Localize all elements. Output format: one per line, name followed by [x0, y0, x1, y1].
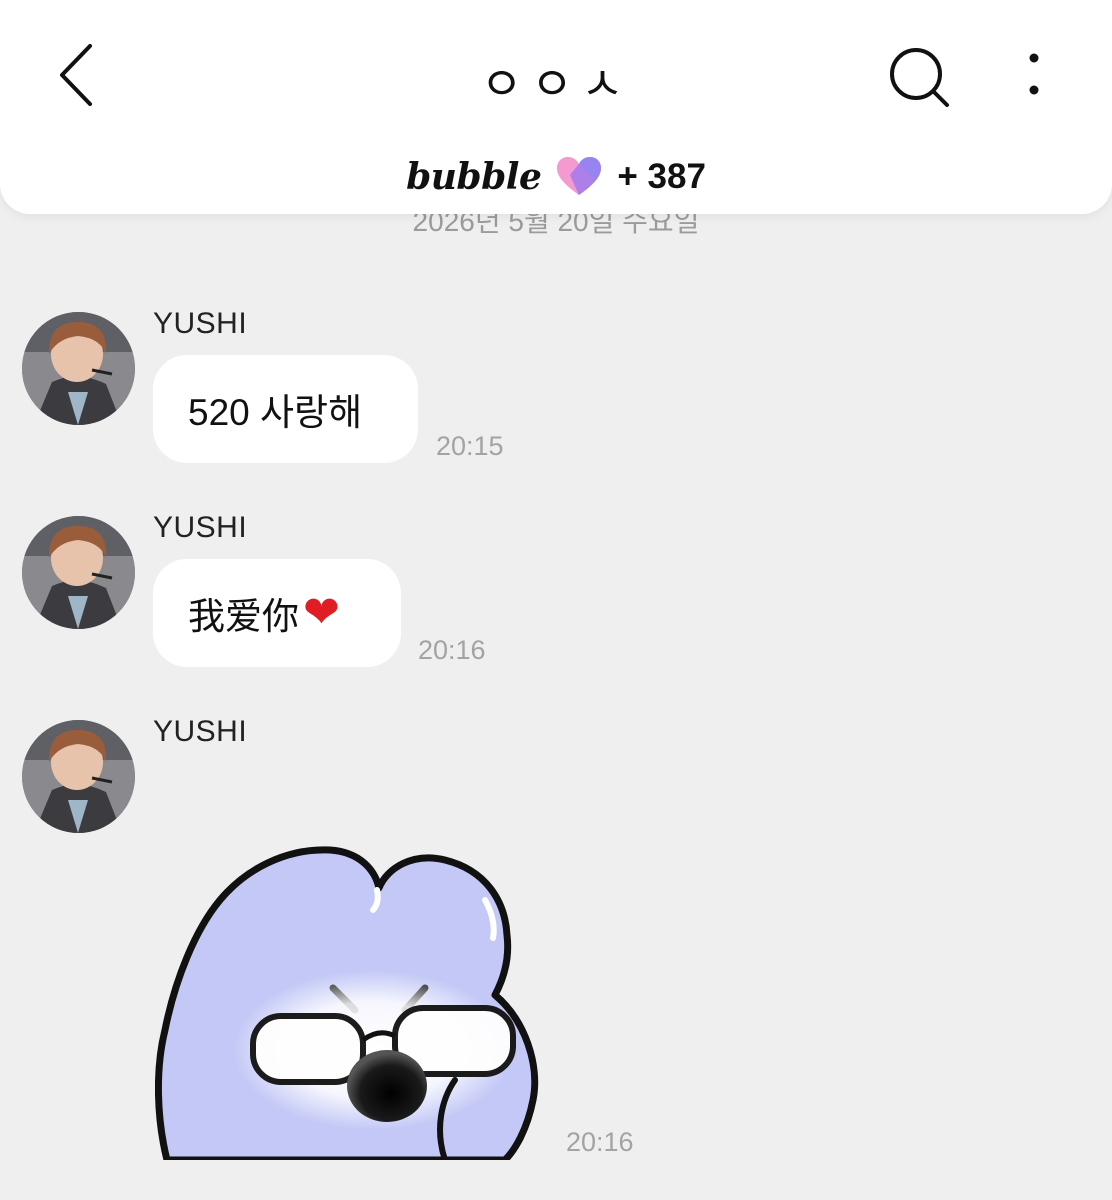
message-text: 我爱你 — [188, 596, 299, 637]
avatar[interactable] — [22, 312, 135, 425]
bubble-status-row: bubble + 387 — [0, 150, 1112, 204]
chat-title: ㅇㅇㅅ — [480, 57, 632, 111]
more-options-button[interactable] — [1004, 40, 1064, 116]
chevron-left-icon — [60, 44, 92, 106]
bubble-heart-icon — [557, 157, 602, 195]
chat-header: ㅇㅇㅅ bubble + 387 — [0, 0, 1112, 214]
member-count: + 387 — [617, 157, 706, 196]
red-heart-icon: ❤ — [303, 588, 340, 637]
message-time: 20:16 — [566, 1127, 634, 1157]
sender-name: YUSHI — [153, 307, 248, 340]
blue-creature-sunglasses-sticker — [154, 846, 539, 1164]
sender-name: YUSHI — [153, 511, 248, 544]
avatar[interactable] — [22, 516, 135, 629]
message-time: 20:15 — [436, 431, 504, 461]
profile-photo — [22, 312, 135, 425]
message-text: 520 사랑해 — [188, 392, 363, 433]
back-button[interactable] — [40, 32, 120, 118]
search-button[interactable] — [880, 40, 960, 116]
profile-photo — [22, 516, 135, 629]
more-vertical-icon — [1029, 53, 1039, 95]
message-bubble[interactable]: 520 사랑해 — [153, 355, 418, 463]
profile-photo — [22, 720, 135, 833]
sender-name: YUSHI — [153, 715, 248, 748]
brand-label: bubble — [406, 156, 542, 198]
search-icon — [890, 48, 949, 107]
avatar[interactable] — [22, 720, 135, 833]
message-time: 20:16 — [418, 635, 486, 665]
sticker-message[interactable] — [154, 840, 545, 1164]
message-bubble[interactable]: 我爱你 ❤ — [153, 559, 401, 667]
